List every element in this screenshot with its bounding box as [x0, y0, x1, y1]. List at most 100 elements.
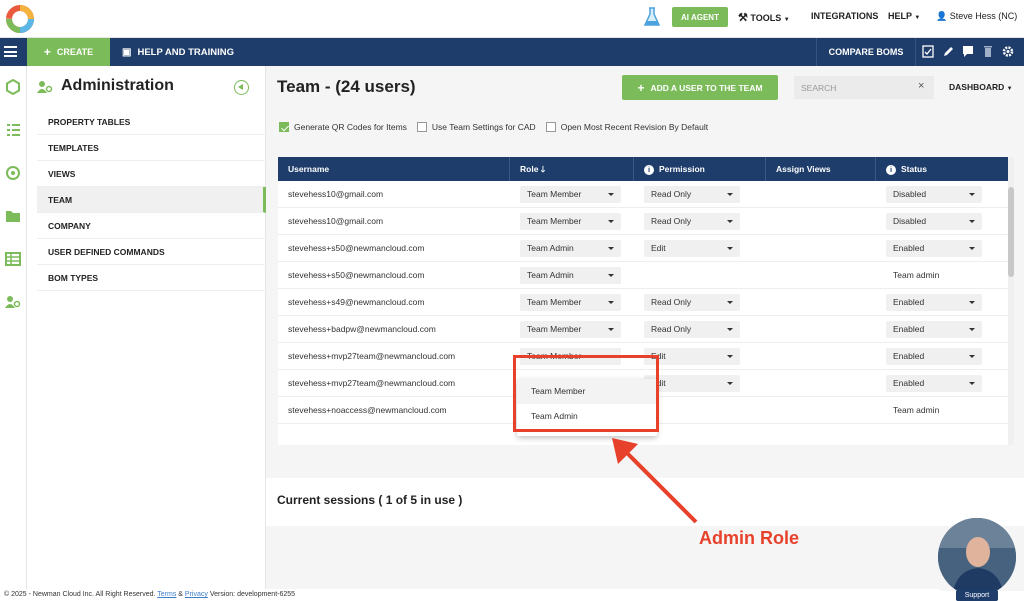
role-select[interactable]: Team Member: [520, 213, 621, 230]
privacy-link[interactable]: Privacy: [185, 591, 208, 598]
trash-icon[interactable]: [982, 45, 994, 58]
status-select[interactable]: Enabled: [886, 240, 982, 257]
status-select[interactable]: Enabled: [886, 348, 982, 365]
role-select[interactable]: Team Admin: [520, 240, 621, 257]
table-row: stevehess10@gmail.com Team Member Read O…: [278, 181, 1008, 208]
scrollbar-thumb[interactable]: [1008, 187, 1014, 277]
list-icon[interactable]: [3, 121, 23, 139]
role-select[interactable]: Team Member: [520, 321, 621, 338]
table-icon[interactable]: [3, 250, 23, 268]
hamburger-menu-icon[interactable]: [4, 46, 17, 57]
tools-label: TOOLS: [750, 13, 782, 23]
presenter-image: [938, 518, 1016, 596]
status-text: Team admin: [893, 405, 940, 415]
presenter-webcam: [938, 518, 1016, 596]
help-menu[interactable]: HELP ▼: [888, 11, 920, 21]
hexagon-icon[interactable]: [3, 78, 23, 96]
plus-icon: +: [637, 80, 645, 95]
table-row: stevehess+s50@newmancloud.com Team Admin…: [278, 262, 1008, 289]
comment-icon[interactable]: [962, 45, 974, 58]
table-row: stevehess10@gmail.com Team Member Read O…: [278, 208, 1008, 235]
settings-cycle-icon[interactable]: [3, 164, 23, 182]
cad-settings-checkbox[interactable]: [416, 122, 427, 132]
pencil-icon[interactable]: [942, 45, 954, 58]
menu-item-bom-types[interactable]: BOM TYPES: [37, 265, 266, 291]
status-select[interactable]: Enabled: [886, 375, 982, 392]
admin-panel: Administration PROPERTY TABLES TEMPLATES…: [27, 66, 266, 591]
role-select[interactable]: Team Member: [520, 186, 621, 203]
integrations-link[interactable]: INTEGRATIONS: [811, 11, 878, 21]
annotation-arrow: [612, 438, 698, 524]
role-select[interactable]: Team Admin: [520, 267, 621, 284]
role-select[interactable]: Team Member: [520, 294, 621, 311]
username-cell: stevehess10@gmail.com: [288, 189, 384, 199]
username-cell: stevehess+s50@newmancloud.com: [288, 270, 425, 280]
cad-settings-option[interactable]: Use Team Settings for CAD: [416, 122, 536, 132]
compare-boms-button[interactable]: COMPARE BOMS: [816, 38, 916, 66]
column-permission[interactable]: i Permission: [634, 157, 766, 181]
recent-revision-option[interactable]: Open Most Recent Revision By Default: [545, 122, 709, 132]
support-button[interactable]: Support: [956, 590, 998, 601]
user-menu[interactable]: 👤 Steve Hess (NC): [936, 11, 1017, 22]
table-scrollbar[interactable]: [1008, 157, 1014, 445]
collapse-panel-icon[interactable]: [234, 80, 249, 95]
qr-codes-checkbox[interactable]: [279, 122, 289, 132]
username-cell: stevehess+s50@newmancloud.com: [288, 243, 425, 253]
qr-codes-label: Generate QR Codes for Items: [294, 122, 407, 132]
folder-icon[interactable]: [3, 207, 23, 225]
gear-icon[interactable]: [1002, 45, 1014, 58]
menu-item-templates[interactable]: TEMPLATES: [37, 135, 266, 161]
table-row: stevehess+badpw@newmancloud.com Team Mem…: [278, 316, 1008, 343]
column-username[interactable]: Username: [278, 157, 510, 181]
permission-select[interactable]: Read Only: [644, 321, 740, 338]
column-status-label: Status: [901, 164, 927, 174]
permission-select[interactable]: Read Only: [644, 294, 740, 311]
dashboard-label: DASHBOARD: [949, 82, 1005, 92]
sort-down-icon: 🡓: [540, 164, 546, 174]
permission-select[interactable]: Read Only: [644, 186, 740, 203]
cad-settings-label: Use Team Settings for CAD: [431, 122, 536, 132]
column-status[interactable]: i Status: [876, 157, 1008, 181]
admin-users-icon[interactable]: [3, 293, 23, 311]
status-select[interactable]: Disabled: [886, 186, 982, 203]
recent-revision-checkbox[interactable]: [545, 122, 556, 132]
video-icon: ▣: [122, 46, 132, 58]
chevron-down-icon: ▼: [783, 17, 790, 23]
recent-revision-label: Open Most Recent Revision By Default: [560, 122, 709, 132]
column-assign-views[interactable]: Assign Views: [766, 157, 876, 181]
menu-item-property-tables[interactable]: PROPERTY TABLES: [37, 109, 266, 135]
flask-icon[interactable]: [643, 7, 661, 27]
status-select[interactable]: Enabled: [886, 294, 982, 311]
username-cell: stevehess+noaccess@newmancloud.com: [288, 405, 447, 415]
add-user-button[interactable]: + ADD A USER TO THE TEAM: [622, 75, 778, 100]
checklist-icon[interactable]: [922, 45, 934, 58]
table-row: stevehess+s50@newmancloud.com Team Admin…: [278, 235, 1008, 262]
dashboard-menu[interactable]: DASHBOARD ▼: [949, 82, 1013, 92]
tools-menu[interactable]: ⚒ TOOLS ▼: [738, 11, 790, 24]
nav-bar: + CREATE ▣ HELP AND TRAINING COMPARE BOM…: [0, 38, 1024, 66]
permission-select[interactable]: Read Only: [644, 213, 740, 230]
status-select[interactable]: Enabled: [886, 321, 982, 338]
menu-item-views[interactable]: VIEWS: [37, 161, 266, 187]
menu-item-team[interactable]: TEAM: [37, 187, 266, 213]
create-label: CREATE: [56, 47, 94, 57]
tools-icon: ⚒: [738, 12, 748, 24]
help-label: HELP: [888, 11, 912, 21]
create-button[interactable]: + CREATE: [27, 38, 110, 66]
username-cell: stevehess10@gmail.com: [288, 216, 384, 226]
help-training-link[interactable]: ▣ HELP AND TRAINING: [122, 38, 234, 66]
menu-item-user-defined-commands[interactable]: USER DEFINED COMMANDS: [37, 239, 266, 265]
admin-users-icon: [37, 81, 53, 93]
ai-agent-button[interactable]: AI AGENT: [672, 7, 728, 27]
column-role[interactable]: Role 🡓: [510, 157, 634, 181]
permission-select[interactable]: Edit: [644, 240, 740, 257]
qr-codes-option[interactable]: Generate QR Codes for Items: [279, 122, 407, 132]
newman-cloud-logo[interactable]: [6, 5, 34, 33]
search-input[interactable]: [794, 76, 934, 99]
clear-search-icon[interactable]: ×: [918, 80, 924, 92]
terms-link[interactable]: Terms: [157, 591, 176, 598]
highlight-box: [513, 355, 659, 432]
toolbar-icons: [922, 45, 1014, 58]
menu-item-company[interactable]: COMPANY: [37, 213, 266, 239]
status-select[interactable]: Disabled: [886, 213, 982, 230]
